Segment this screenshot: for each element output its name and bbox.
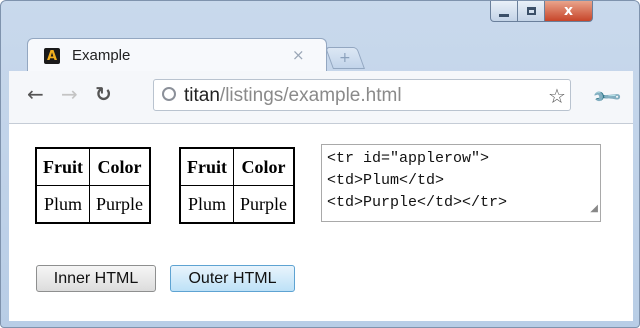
table-row: Plum Purple [35,185,151,224]
tab-close-icon[interactable]: × [292,46,305,64]
fruit-table: Fruit Color Plum Purple [179,147,295,224]
url-host: titan [184,85,220,106]
new-tab-button[interactable]: + [324,47,366,69]
table-header-cell: Fruit [35,147,90,186]
star-icon[interactable]: ☆ [548,84,566,108]
table-header-row: Fruit Color [35,147,151,186]
minimize-button[interactable] [490,1,518,22]
page-content: Fruit Color Plum Purple Fruit Color Plum… [9,124,633,321]
close-window-button[interactable]: x [545,1,593,22]
back-arrow-icon[interactable]: ← [27,84,44,104]
inner-html-button[interactable]: Inner HTML [36,265,156,292]
wrench-icon[interactable]: 🔧 [590,80,623,113]
reload-icon[interactable]: ↻ [95,84,112,104]
table-row: Plum Purple [179,185,295,224]
globe-icon [162,87,176,101]
tab-title: Example [72,47,131,64]
code-line: <td>Purple</td></tr> [327,194,508,211]
table-cell: Plum [35,185,90,224]
code-line: <td>Plum</td> [327,172,445,189]
close-icon: x [563,3,574,19]
favicon-icon: A [44,48,60,64]
minimize-icon [499,13,509,17]
outer-html-button[interactable]: Outer HTML [170,265,295,292]
table-header-cell: Color [89,147,151,186]
tab-example[interactable]: A Example × [27,38,327,71]
browser-toolbar: ← → ↻ titan/listings/example.html ☆ 🔧 [9,71,633,124]
code-line: <tr id="applerow"> [327,150,490,167]
table-header-row: Fruit Color [179,147,295,186]
table-cell: Purple [233,185,295,224]
plus-icon: + [339,50,351,66]
maximize-icon [526,7,536,15]
html-textarea[interactable]: <tr id="applerow"> <td>Plum</td> <td>Purpl… [321,144,601,222]
table-header-cell: Color [233,147,295,186]
url-text[interactable]: titan/listings/example.html [184,85,402,107]
forward-arrow-icon[interactable]: → [61,84,78,104]
table-header-cell: Fruit [179,147,234,186]
url-path: /listings/example.html [219,85,402,106]
resize-handle-icon[interactable]: ◢ [590,198,598,220]
table-cell: Purple [89,185,151,224]
fruit-table: Fruit Color Plum Purple [35,147,151,224]
browser-window: x A Example × + ← → ↻ titan/listings/exa… [0,0,640,328]
table-cell: Plum [179,185,234,224]
maximize-button[interactable] [518,1,545,22]
address-bar[interactable]: titan/listings/example.html ☆ [153,79,571,111]
